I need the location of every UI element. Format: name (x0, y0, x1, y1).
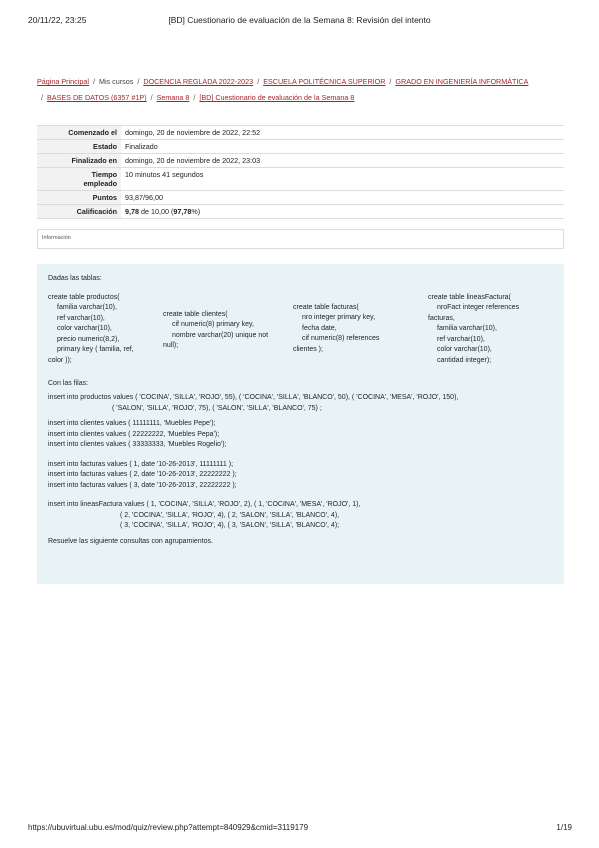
time-label: Tiempo empleado (37, 167, 121, 191)
insert-lineasfactura-line-1: insert into lineasFactura values ( 1, 'C… (48, 501, 361, 508)
question-text-box: Dadas las tablas: create table productos… (37, 264, 564, 584)
question-instruction: Resuelve las siguiente consultas con agr… (48, 537, 213, 545)
started-label: Comenzado el (37, 125, 121, 140)
finished-label: Finalizado en (37, 153, 121, 168)
breadcrumb-separator: / (193, 93, 196, 102)
print-page-title: [BD] Cuestionario de evaluación de la Se… (168, 15, 431, 25)
breadcrumb-quiz[interactable]: [BD] Cuestionario de evaluación de la Se… (199, 93, 354, 102)
breadcrumb-separator: / (92, 77, 95, 86)
finished-value: domingo, 20 de noviembre de 2022, 23:03 (121, 153, 564, 168)
insert-clientes-line: insert into clientes values ( 11111111, … (48, 420, 216, 427)
breadcrumb-my-courses: Mis cursos (98, 77, 134, 86)
breadcrumb-separator: / (150, 93, 153, 102)
print-footer-url: https://ubuvirtual.ubu.es/mod/quiz/revie… (28, 823, 309, 832)
state-label: Estado (37, 139, 121, 154)
breadcrumb-separator: / (41, 93, 43, 102)
time-value: 10 minutos 41 segundos (121, 167, 564, 191)
create-clientes: create table clientes( cif numeric(8) pr… (163, 310, 269, 350)
attempt-summary-table: Comenzado el domingo, 20 de noviembre de… (37, 125, 564, 219)
insert-facturas-line: insert into facturas values ( 1, date '1… (48, 460, 234, 468)
breadcrumb-week[interactable]: Semana 8 (157, 93, 190, 102)
question-intro: Dadas las tablas: (48, 275, 102, 282)
grade-label: Calificación (37, 204, 121, 219)
insert-clientes-line: insert into clientes values ( 22222222, … (48, 430, 220, 438)
started-value: domingo, 20 de noviembre de 2022, 22:52 (121, 125, 564, 140)
summary-row-state: Estado Finalizado (37, 139, 564, 154)
breadcrumb: Página Principal / Mis cursos / DOCENCIA REG… (37, 74, 567, 106)
breadcrumb-escuela[interactable]: ESCUELA POLITÉCNICA SUPERIOR (263, 77, 385, 86)
create-facturas: create table facturas( nro integer prima… (293, 303, 380, 353)
breadcrumb-docencia[interactable]: DOCENCIA REGLADA 2022-2023 (143, 77, 253, 86)
information-box: Información (37, 229, 564, 249)
create-productos: create table productos( familia varchar(… (48, 293, 134, 364)
breadcrumb-separator: / (137, 77, 140, 86)
summary-row-grade: Calificación 9,78 de 10,00 (97,78%) (37, 204, 564, 219)
insert-productos-line-2: ( 'SALON', 'SILLA', 'ROJO', 75), ( 'SALO… (112, 404, 322, 412)
print-page-number: 1/19 (556, 823, 572, 832)
summary-row-time: Tiempo empleado 10 minutos 41 segundos (37, 167, 564, 191)
breadcrumb-home[interactable]: Página Principal (37, 77, 89, 86)
breadcrumb-separator: / (257, 77, 260, 86)
rows-intro: Con las filas: (48, 379, 89, 387)
points-label: Puntos (37, 190, 121, 205)
insert-clientes-line: insert into clientes values ( 33333333, … (48, 441, 227, 448)
insert-facturas-line: insert into facturas values ( 2, date '1… (48, 471, 237, 478)
state-value: Finalizado (121, 139, 564, 154)
breadcrumb-grado[interactable]: GRADO EN INGENIERÍA INFORMÁTICA (395, 77, 528, 86)
summary-row-points: Puntos 93,87/96,00 (37, 190, 564, 205)
points-value: 93,87/96,00 (121, 190, 564, 205)
summary-row-started: Comenzado el domingo, 20 de noviembre de… (37, 125, 564, 140)
breadcrumb-separator: / (389, 77, 392, 86)
information-label: Información (42, 235, 71, 241)
insert-lineasfactura-line-2: ( 2, 'COCINA', 'SILLA', 'ROJO', 4), ( 2,… (120, 511, 340, 519)
breadcrumb-course[interactable]: BASES DE DATOS (6357 #1P) (47, 93, 147, 102)
create-lineasfactura: create table lineasFactura( nroFact inte… (428, 293, 520, 364)
summary-row-finished: Finalizado en domingo, 20 de noviembre d… (37, 153, 564, 168)
table-definitions: create table productos( familia varchar(… (48, 293, 553, 379)
insert-facturas-line: insert into facturas values ( 3, date '1… (48, 481, 237, 489)
insert-productos-line-1: insert into productos values ( 'COCINA',… (48, 394, 459, 401)
grade-value: 9,78 de 10,00 (97,78%) (121, 204, 564, 219)
insert-lineasfactura-line-3: ( 3, 'COCINA', 'SILLA', 'ROJO', 4), ( 3,… (120, 522, 340, 529)
